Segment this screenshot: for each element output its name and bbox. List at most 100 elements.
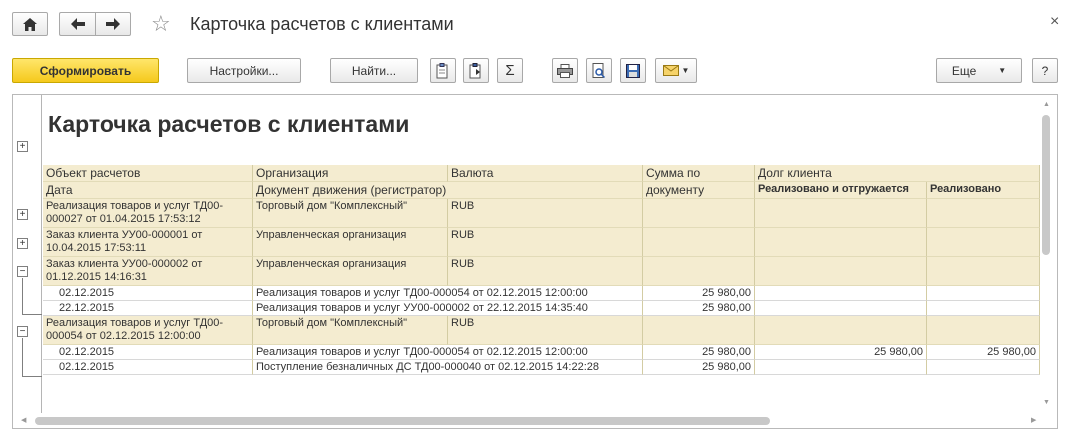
back-button[interactable] bbox=[59, 12, 95, 36]
row-debt-realized[interactable] bbox=[927, 257, 1040, 286]
expand-icon[interactable]: + bbox=[17, 238, 28, 249]
row-currency[interactable]: RUB bbox=[448, 199, 643, 228]
clipboard-icon bbox=[436, 62, 448, 78]
title-bar: ☆ Карточка расчетов с клиентами × bbox=[0, 0, 1074, 50]
expand-icon[interactable]: + bbox=[17, 209, 28, 220]
arrow-left-icon bbox=[70, 18, 85, 30]
row-debt-shipped[interactable] bbox=[755, 286, 927, 301]
row-amount[interactable] bbox=[643, 228, 755, 257]
row-object[interactable]: Реализация товаров и услуг ТД00-000027 о… bbox=[43, 199, 253, 228]
group-bracket-line bbox=[22, 278, 23, 314]
row-document[interactable]: Реализация товаров и услуг ТД00-000054 о… bbox=[253, 345, 643, 360]
more-label: Еще bbox=[951, 63, 977, 78]
row-currency[interactable]: RUB bbox=[448, 257, 643, 286]
row-document[interactable]: Реализация товаров и услуг ТД00-000054 о… bbox=[253, 286, 643, 301]
row-debt-shipped[interactable] bbox=[755, 360, 927, 375]
row-debt-realized[interactable] bbox=[927, 199, 1040, 228]
paste-button[interactable] bbox=[463, 58, 489, 83]
scroll-left-icon[interactable]: ◀ bbox=[21, 416, 26, 424]
row-amount[interactable]: 25 980,00 bbox=[643, 301, 755, 316]
row-currency[interactable]: RUB bbox=[448, 316, 643, 345]
row-amount[interactable] bbox=[643, 199, 755, 228]
toolbar: Сформировать Настройки... Найти... Σ ▼ Е… bbox=[0, 56, 1074, 86]
forward-button[interactable] bbox=[95, 12, 131, 36]
close-icon[interactable]: × bbox=[1050, 13, 1059, 31]
row-date[interactable]: 02.12.2015 bbox=[43, 345, 253, 360]
row-object[interactable]: Заказ клиента УУ00-000001 от 10.04.2015 … bbox=[43, 228, 253, 257]
row-document[interactable]: Реализация товаров и услуг УУ00-000002 о… bbox=[253, 301, 643, 316]
save-button[interactable] bbox=[620, 58, 646, 83]
sigma-icon: Σ bbox=[505, 62, 515, 79]
row-debt-realized[interactable] bbox=[927, 228, 1040, 257]
row-debt-realized[interactable] bbox=[927, 316, 1040, 345]
scroll-right-icon[interactable]: ▶ bbox=[1031, 416, 1036, 424]
row-debt-realized[interactable] bbox=[927, 360, 1040, 375]
row-organization[interactable]: Торговый дом "Комплексный" bbox=[253, 199, 448, 228]
report-spreadsheet[interactable]: + + + − − Карточка расчетов с клиентами … bbox=[12, 94, 1058, 429]
header-debt-shipped: Реализовано и отгружается bbox=[755, 182, 927, 199]
group-bracket-line bbox=[22, 338, 23, 376]
row-debt-realized[interactable]: 25 980,00 bbox=[927, 345, 1040, 360]
floppy-disk-icon bbox=[626, 63, 640, 78]
header-amount-line1: Сумма по bbox=[643, 165, 755, 182]
row-amount[interactable]: 25 980,00 bbox=[643, 286, 755, 301]
row-debt-shipped[interactable] bbox=[755, 301, 927, 316]
horizontal-scrollbar[interactable] bbox=[35, 417, 770, 425]
chevron-down-icon: ▼ bbox=[681, 66, 690, 75]
vertical-scrollbar[interactable] bbox=[1042, 115, 1050, 255]
print-button[interactable] bbox=[552, 58, 578, 83]
row-debt-shipped[interactable] bbox=[755, 316, 927, 345]
report-title: Карточка расчетов с клиентами bbox=[48, 111, 410, 137]
copy-to-clipboard-button[interactable] bbox=[430, 58, 456, 83]
expand-icon[interactable]: + bbox=[17, 141, 28, 152]
home-icon bbox=[23, 17, 37, 31]
scroll-up-icon[interactable]: ▲ bbox=[1043, 101, 1050, 108]
help-button[interactable]: ? bbox=[1032, 58, 1058, 83]
settings-button[interactable]: Настройки... bbox=[187, 58, 301, 83]
header-currency: Валюта bbox=[448, 165, 643, 182]
row-object[interactable]: Заказ клиента УУ00-000002 от 01.12.2015 … bbox=[43, 257, 253, 286]
row-organization[interactable]: Управленческая организация bbox=[253, 257, 448, 286]
collapse-icon[interactable]: − bbox=[17, 266, 28, 277]
row-organization[interactable]: Торговый дом "Комплексный" bbox=[253, 316, 448, 345]
row-debt-realized[interactable] bbox=[927, 286, 1040, 301]
group-bracket-line bbox=[22, 314, 42, 315]
scroll-down-icon[interactable]: ▼ bbox=[1043, 399, 1050, 406]
header-debt-realized: Реализовано bbox=[927, 182, 1040, 199]
send-email-button[interactable]: ▼ bbox=[655, 58, 697, 83]
envelope-icon bbox=[662, 65, 679, 76]
row-debt-shipped[interactable] bbox=[755, 199, 927, 228]
row-amount[interactable] bbox=[643, 316, 755, 345]
row-document[interactable]: Поступление безналичных ДС ТД00-000040 о… bbox=[253, 360, 643, 375]
header-organization: Организация bbox=[253, 165, 448, 182]
header-amount-line2: документу bbox=[643, 182, 755, 199]
generate-button[interactable]: Сформировать bbox=[12, 58, 159, 83]
row-amount[interactable] bbox=[643, 257, 755, 286]
row-currency[interactable]: RUB bbox=[448, 228, 643, 257]
header-object: Объект расчетов bbox=[43, 165, 253, 182]
row-debt-shipped[interactable]: 25 980,00 bbox=[755, 345, 927, 360]
grouping-gutter: + + + − − bbox=[13, 95, 42, 413]
row-date[interactable]: 02.12.2015 bbox=[43, 360, 253, 375]
row-debt-shipped[interactable] bbox=[755, 257, 927, 286]
printer-icon bbox=[557, 63, 573, 78]
row-date[interactable]: 02.12.2015 bbox=[43, 286, 253, 301]
row-date[interactable]: 22.12.2015 bbox=[43, 301, 253, 316]
row-amount[interactable]: 25 980,00 bbox=[643, 360, 755, 375]
find-button[interactable]: Найти... bbox=[330, 58, 418, 83]
row-debt-shipped[interactable] bbox=[755, 228, 927, 257]
print-preview-icon bbox=[592, 62, 606, 78]
favorite-star-icon[interactable]: ☆ bbox=[151, 11, 171, 37]
group-bracket-line bbox=[22, 376, 42, 377]
more-menu-button[interactable]: Еще ▼ bbox=[936, 58, 1022, 83]
paste-icon bbox=[469, 62, 481, 78]
print-preview-button[interactable] bbox=[586, 58, 612, 83]
row-amount[interactable]: 25 980,00 bbox=[643, 345, 755, 360]
row-debt-realized[interactable] bbox=[927, 301, 1040, 316]
row-object[interactable]: Реализация товаров и услуг ТД00-000054 о… bbox=[43, 316, 253, 345]
collapse-icon[interactable]: − bbox=[17, 326, 28, 337]
header-debt: Долг клиента bbox=[755, 165, 1040, 182]
row-organization[interactable]: Управленческая организация bbox=[253, 228, 448, 257]
home-button[interactable] bbox=[12, 12, 48, 36]
sum-button[interactable]: Σ bbox=[497, 58, 523, 83]
